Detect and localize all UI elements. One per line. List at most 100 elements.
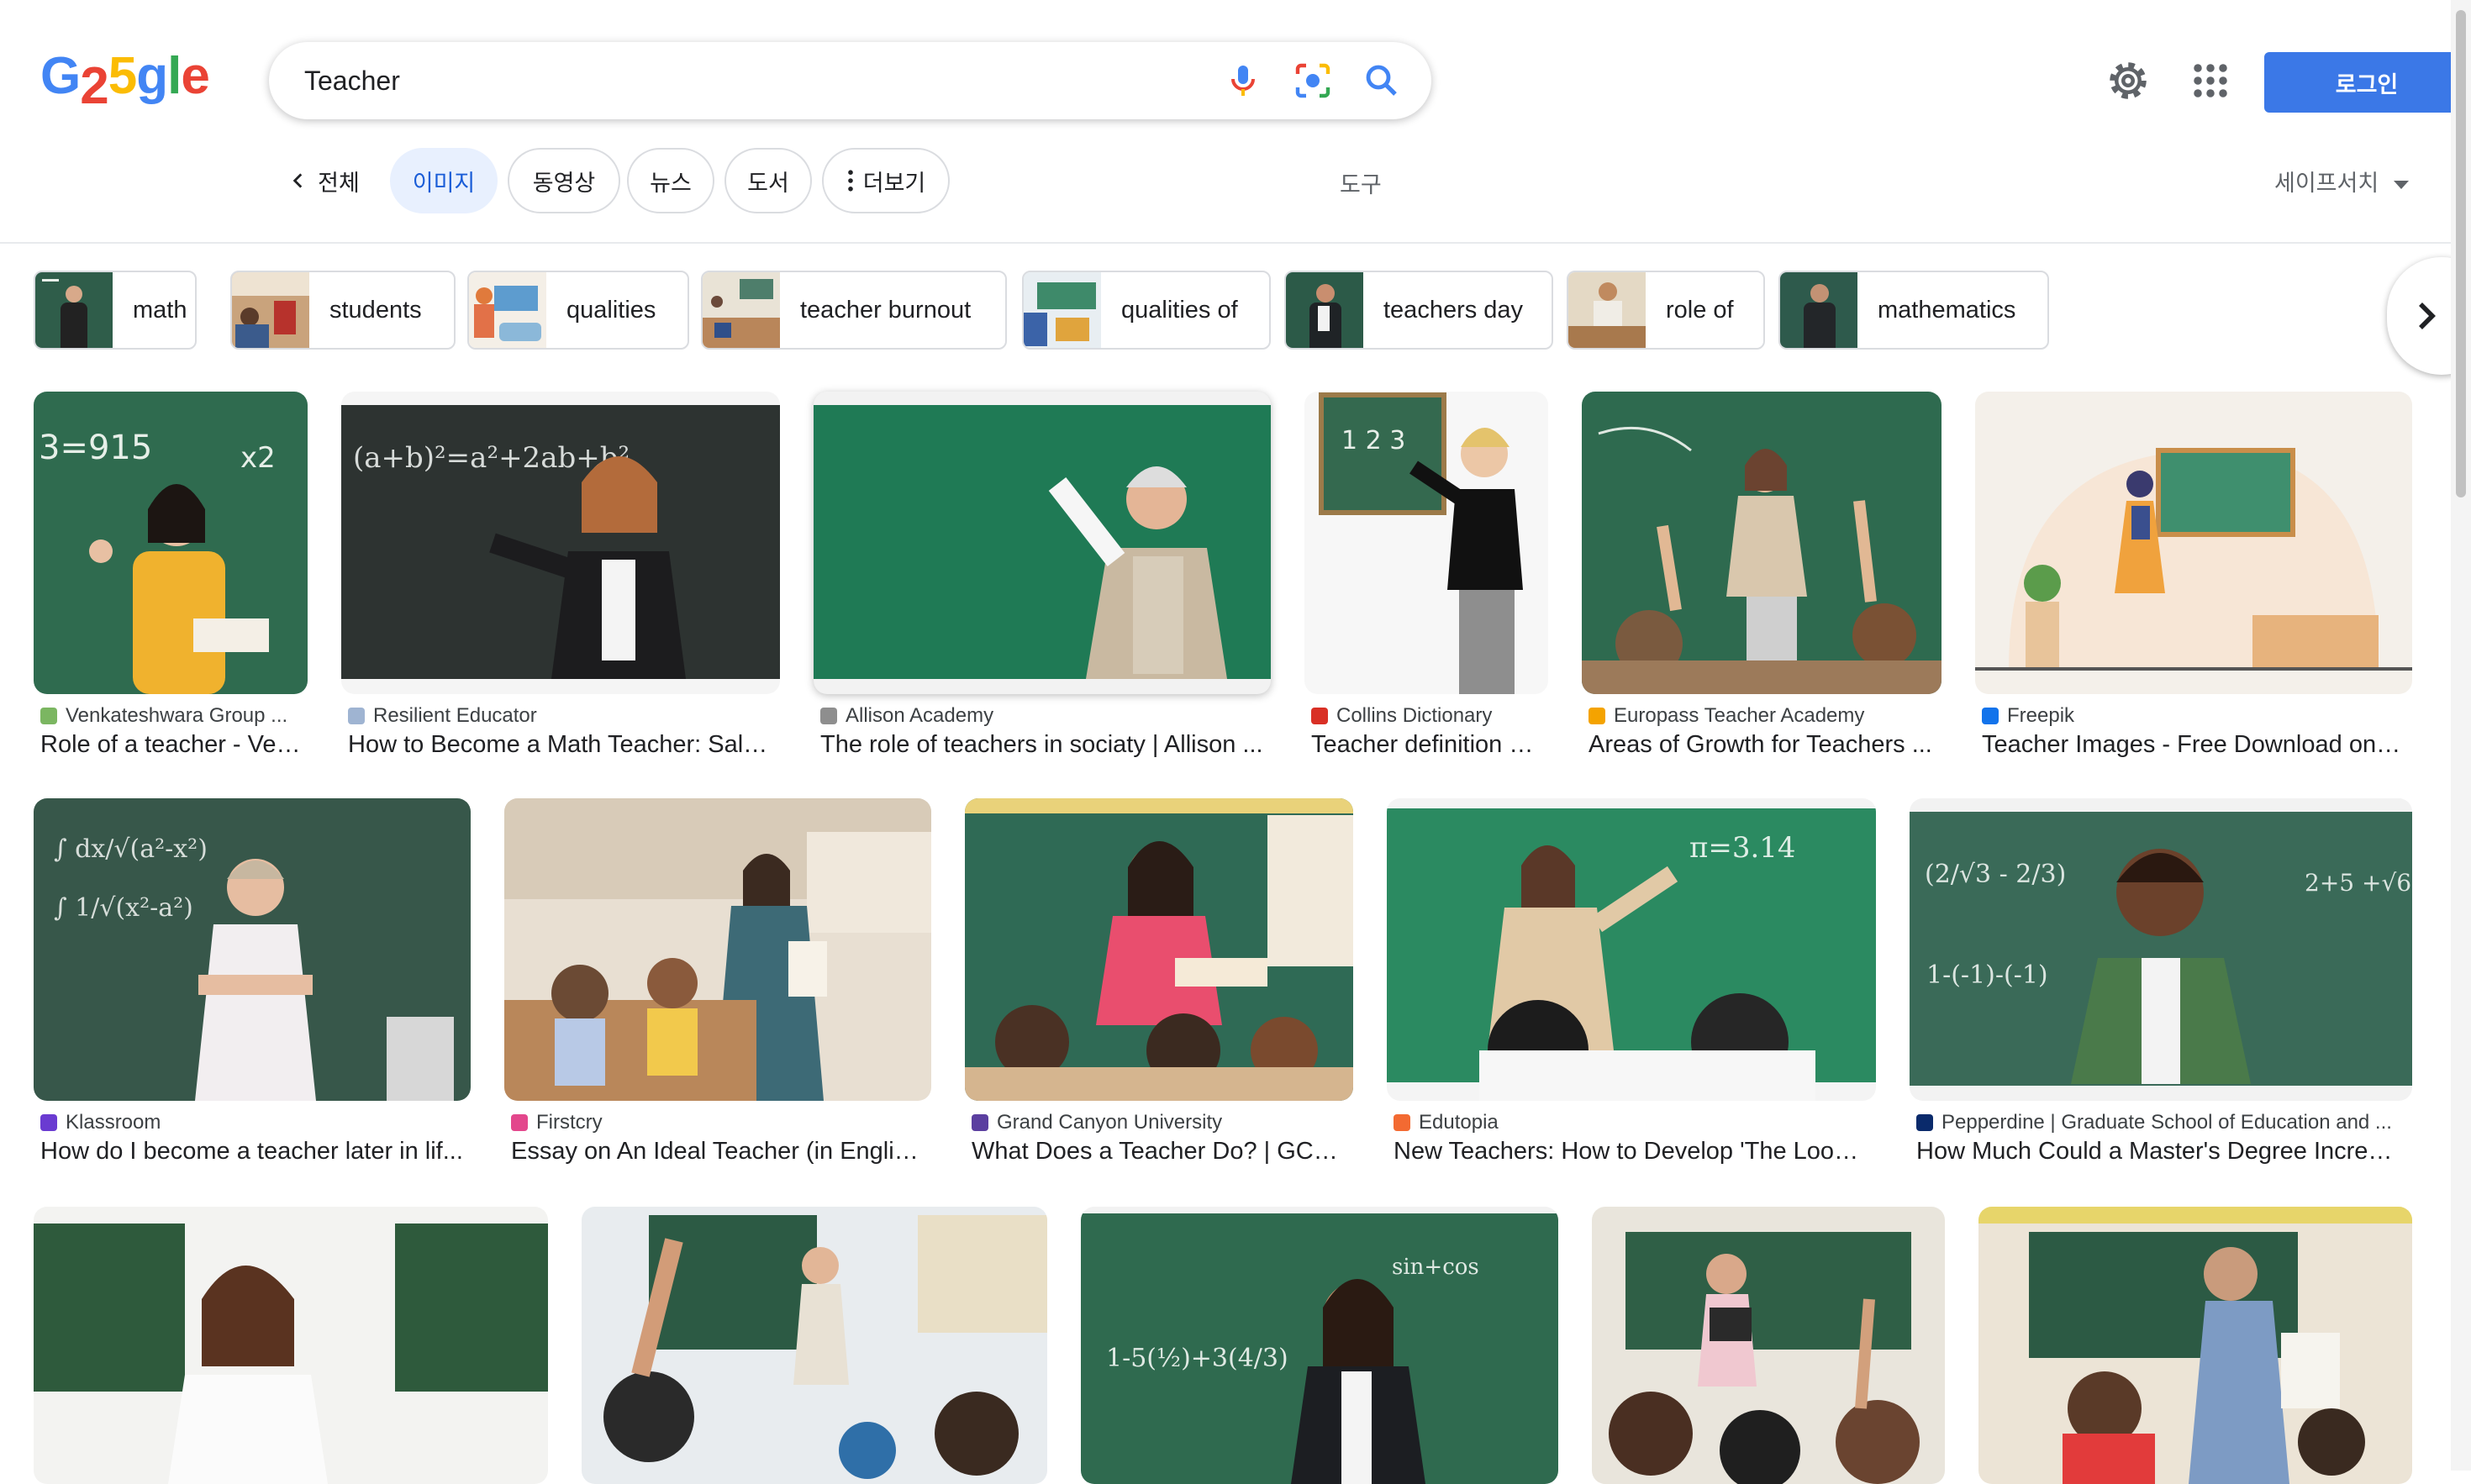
safesearch-label: 세이프서치: [2274, 171, 2379, 196]
result-title[interactable]: The role of teachers in sociaty | Alliso…: [820, 731, 1264, 759]
tab-label: 전체: [318, 170, 360, 196]
result-image[interactable]: [504, 798, 931, 1101]
apps-grid-icon[interactable]: [2185, 55, 2236, 106]
result-source-name: Europass Teacher Academy: [1614, 704, 1865, 727]
chip-thumbnail: [703, 272, 780, 348]
tab-more[interactable]: 더보기: [822, 148, 950, 213]
site-favicon-icon: [820, 708, 837, 724]
result-title[interactable]: Teacher definition a...: [1311, 731, 1541, 759]
chip-label: qualities: [566, 296, 656, 324]
tab-images[interactable]: 이미지: [390, 148, 498, 213]
result-source: Venkateshwara Group ...: [40, 704, 301, 728]
chip-label: mathematics: [1878, 296, 2016, 324]
result-source: Edutopia: [1394, 1111, 1869, 1134]
chip-thumbnail: [1024, 272, 1101, 348]
image-result[interactable]: Allison Academy The role of teachers in …: [814, 392, 1271, 770]
result-image[interactable]: [582, 1207, 1047, 1484]
image-result[interactable]: ∫ dx/√(a²-x²) ∫ 1/√(x²-a²) Klassroom How …: [34, 798, 471, 1176]
chevron-right-icon: [2419, 303, 2436, 329]
image-result[interactable]: [1978, 1207, 2412, 1484]
svg-text:1-5(½)+3(4/3): 1-5(½)+3(4/3): [1106, 1344, 1288, 1373]
microphone-icon[interactable]: [1223, 61, 1263, 101]
result-image[interactable]: (a+b)²=a²+2ab+b²: [341, 392, 780, 694]
result-source-name: Pepperdine | Graduate School of Educatio…: [1942, 1111, 2392, 1134]
image-result[interactable]: 3=915 x2 Venkateshwara Group ... Role of …: [34, 392, 308, 770]
result-image[interactable]: [1975, 392, 2412, 694]
svg-text:sin+cos: sin+cos: [1392, 1255, 1479, 1280]
result-title[interactable]: What Does a Teacher Do? | GCU ...: [972, 1138, 1346, 1166]
result-source-name: Firstcry: [536, 1111, 603, 1134]
chip-thumbnail: [1780, 272, 1857, 348]
result-source-name: Freepik: [2007, 704, 2075, 727]
chip-qualities[interactable]: qualities: [467, 271, 689, 350]
result-title[interactable]: How to Become a Math Teacher: Sala...: [348, 731, 773, 759]
tab-videos[interactable]: 동영상: [508, 148, 620, 213]
result-image[interactable]: 1 2 3: [1304, 392, 1548, 694]
result-title[interactable]: How do I become a teacher later in lif..…: [40, 1138, 464, 1166]
image-result[interactable]: Grand Canyon University What Does a Teac…: [965, 798, 1353, 1176]
result-image[interactable]: ∫ dx/√(a²-x²) ∫ 1/√(x²-a²): [34, 798, 471, 1101]
image-result[interactable]: [582, 1207, 1047, 1484]
result-image[interactable]: [814, 392, 1271, 694]
result-image[interactable]: 3=915 x2: [34, 392, 308, 694]
chip-label: role of: [1666, 296, 1734, 324]
site-favicon-icon: [1311, 708, 1328, 724]
result-image[interactable]: π=3.14: [1387, 798, 1876, 1101]
logo-letter: l: [167, 47, 182, 105]
more-vert-icon: [847, 170, 853, 192]
result-image[interactable]: [34, 1207, 548, 1484]
image-result[interactable]: (a+b)²=a²+2ab+b² Resilient Educator How …: [341, 392, 780, 770]
result-image[interactable]: 1-5(½)+3(4/3) sin+cos: [1081, 1207, 1558, 1484]
image-result[interactable]: Firstcry Essay on An Ideal Teacher (in E…: [504, 798, 931, 1176]
search-bar[interactable]: Teacher: [269, 42, 1431, 119]
site-favicon-icon: [511, 1114, 528, 1131]
chip-students[interactable]: students: [230, 271, 456, 350]
image-result[interactable]: Europass Teacher Academy Areas of Growth…: [1582, 392, 1942, 770]
image-result[interactable]: Freepik Teacher Images - Free Download o…: [1975, 392, 2412, 770]
svg-text:(2/√3 - 2/3): (2/√3 - 2/3): [1925, 860, 2066, 889]
result-image[interactable]: [965, 798, 1353, 1101]
image-result[interactable]: π=3.14 Edutopia New Teachers: How to Dev…: [1387, 798, 1876, 1176]
search-icon[interactable]: [1362, 61, 1402, 101]
result-source: Resilient Educator: [348, 704, 773, 728]
chip-label: teachers day: [1383, 296, 1524, 324]
page-scrollbar[interactable]: [2451, 0, 2471, 1471]
safesearch-dropdown[interactable]: 세이프서치: [2274, 165, 2410, 197]
result-source: Grand Canyon University: [972, 1111, 1346, 1134]
image-result[interactable]: 1 2 3 Collins Dictionary Teacher definit…: [1304, 392, 1548, 770]
result-title[interactable]: Teacher Images - Free Download on F...: [1982, 731, 2405, 759]
image-result[interactable]: [1592, 1207, 1945, 1484]
chip-teachers-day[interactable]: teachers day: [1284, 271, 1553, 350]
lens-icon[interactable]: [1293, 61, 1333, 101]
chip-qualities-of[interactable]: qualities of: [1022, 271, 1271, 350]
google-logo[interactable]: G25gle: [40, 47, 210, 113]
chip-role-of[interactable]: role of: [1567, 271, 1765, 350]
result-title[interactable]: How Much Could a Master's Degree Increas…: [1916, 1138, 2405, 1166]
result-image[interactable]: (2/√3 - 2/3) 1-(-1)-(-1) 2+5 +√6: [1910, 798, 2412, 1101]
image-result[interactable]: [34, 1207, 548, 1484]
image-result[interactable]: (2/√3 - 2/3) 1-(-1)-(-1) 2+5 +√6 Pepperdin…: [1910, 798, 2412, 1176]
chip-thumbnail: [1286, 272, 1363, 348]
image-result[interactable]: 1-5(½)+3(4/3) sin+cos: [1081, 1207, 1558, 1484]
search-input[interactable]: Teacher: [304, 66, 400, 97]
login-button[interactable]: 로그인: [2264, 52, 2469, 113]
header-divider: [0, 242, 2451, 244]
result-image[interactable]: [1978, 1207, 2412, 1484]
tab-books[interactable]: 도서: [724, 148, 812, 213]
scrollbar-thumb[interactable]: [2456, 10, 2466, 497]
chip-label: qualities of: [1121, 296, 1238, 324]
tab-news[interactable]: 뉴스: [627, 148, 714, 213]
result-image[interactable]: [1582, 392, 1942, 694]
tools-button[interactable]: 도구: [1340, 166, 1382, 199]
result-title[interactable]: Role of a teacher - Ven...: [40, 731, 301, 759]
result-title[interactable]: New Teachers: How to Develop 'The Look' …: [1394, 1138, 1869, 1166]
result-title[interactable]: Areas of Growth for Teachers ...: [1588, 731, 1935, 759]
gear-icon[interactable]: [2103, 55, 2153, 106]
tab-all[interactable]: 전체: [277, 148, 370, 213]
result-title[interactable]: Essay on An Ideal Teacher (in Englis...: [511, 1138, 925, 1166]
chip-math[interactable]: math: [34, 271, 197, 350]
result-source: Klassroom: [40, 1111, 464, 1134]
chip-teacher-burnout[interactable]: teacher burnout: [701, 271, 1007, 350]
result-image[interactable]: [1592, 1207, 1945, 1484]
chip-mathematics[interactable]: mathematics: [1778, 271, 2049, 350]
